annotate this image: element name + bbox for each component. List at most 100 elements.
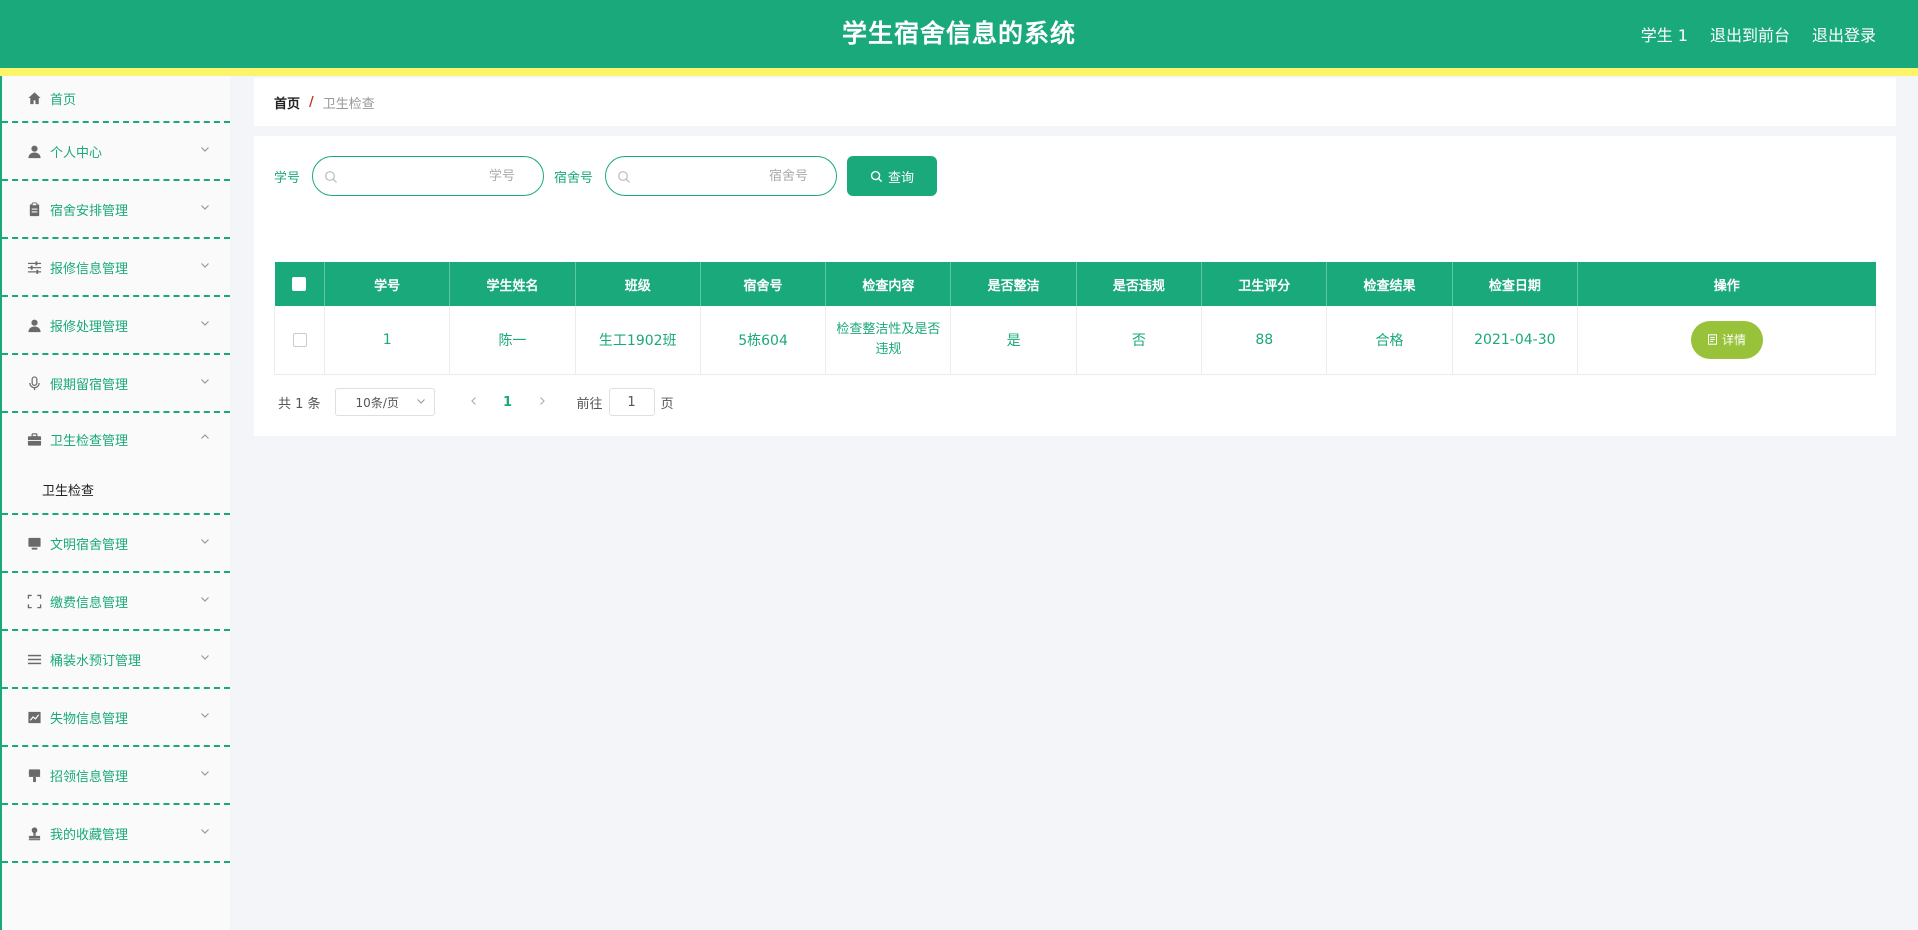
chevron-down-icon (200, 376, 210, 386)
column-header: 检查内容 (825, 262, 952, 306)
sidebar-item-water-order[interactable]: 桶装水预订管理 (2, 631, 230, 689)
sidebar-item-hygiene-management[interactable]: 卫生检查管理 (2, 413, 230, 465)
sidebar-item-found-items[interactable]: 招领信息管理 (2, 747, 230, 805)
sidebar-item-favorites[interactable]: 我的收藏管理 (2, 805, 230, 863)
sidebar-item-personal-center[interactable]: 个人中心 (2, 123, 230, 181)
fullscreen-icon (26, 593, 42, 609)
prev-page-button[interactable] (459, 395, 489, 410)
sidebar-item-label: 报修处理管理 (50, 319, 129, 335)
column-header: 卫生评分 (1201, 262, 1328, 306)
page-number[interactable]: 1 (489, 395, 527, 410)
breadcrumb-separator: / (309, 94, 314, 110)
document-icon (1707, 334, 1717, 345)
chevron-down-icon (200, 826, 210, 836)
cell-clean: 是 (950, 306, 1077, 375)
monitor-icon (26, 535, 42, 551)
dorm-number-input[interactable] (636, 158, 827, 194)
column-header: 是否整洁 (950, 262, 1077, 306)
search-icon (324, 169, 338, 183)
cell-dorm-number: 5栋604 (700, 306, 827, 375)
chevron-down-icon (416, 396, 426, 409)
breadcrumb-home[interactable]: 首页 (274, 93, 300, 112)
sidebar-item-holiday-stay[interactable]: 假期留宿管理 (2, 355, 230, 413)
table-header-row: 学号 学生姓名 班级 宿舍号 检查内容 是否整洁 是否违规 卫生评分 检查结果 … (274, 262, 1876, 306)
chevron-down-icon (200, 536, 210, 546)
search-icon (870, 170, 883, 182)
brush-icon (26, 767, 42, 783)
column-header: 检查结果 (1326, 262, 1453, 306)
sidebar-item-payment-info[interactable]: 缴费信息管理 (2, 573, 230, 631)
sidebar-item-dorm-arrangement[interactable]: 宿舍安排管理 (2, 181, 230, 239)
sidebar-item-label: 文明宿舍管理 (50, 537, 129, 553)
chevron-down-icon (200, 144, 210, 154)
clipboard-icon (26, 201, 42, 217)
dorm-number-label: 宿舍号 (554, 170, 594, 186)
accent-bar (0, 68, 1918, 76)
student-id-field (312, 156, 545, 196)
table-row: 1 陈一 生工1902班 5栋604 检查整洁性及是否违规 是 否 88 合格 … (274, 306, 1876, 375)
logout-link[interactable]: 退出登录 (1812, 22, 1876, 46)
column-header: 检查日期 (1452, 262, 1579, 306)
row-select-cell (274, 306, 325, 375)
cell-score: 88 (1201, 306, 1328, 375)
next-page-button[interactable] (527, 395, 557, 410)
sidebar-item-label: 宿舍安排管理 (50, 203, 129, 219)
column-header: 宿舍号 (700, 262, 827, 306)
page-size-select[interactable]: 10条/页 (334, 388, 435, 416)
sidebar-item-label: 假期留宿管理 (50, 377, 129, 393)
list-icon (26, 651, 42, 667)
sidebar-subitem-hygiene-check[interactable]: 卫生检查 (2, 465, 230, 515)
student-id-label: 学号 (274, 170, 301, 186)
content-panel: 学号 宿舍号 查询 学号 学生姓名 班级 宿舍号 检查内容 是否 (254, 136, 1896, 436)
sliders-icon (26, 259, 42, 275)
dorm-number-field (605, 156, 838, 196)
search-icon (617, 169, 631, 183)
chevron-down-icon (200, 652, 210, 662)
user-icon (26, 143, 42, 159)
goto-page-input[interactable] (608, 388, 655, 416)
column-header: 操作 (1577, 262, 1876, 306)
column-header: 学号 (324, 262, 451, 306)
chevron-right-icon (539, 396, 545, 405)
page-size-value: 10条/页 (355, 395, 399, 410)
cell-action: 详情 (1577, 306, 1876, 375)
sidebar-item-repair-info[interactable]: 报修信息管理 (2, 239, 230, 297)
sidebar-subitem-label: 卫生检查 (42, 483, 95, 499)
select-all-cell (274, 262, 325, 306)
detail-button-label: 详情 (1721, 333, 1746, 348)
microphone-icon (26, 375, 42, 391)
sidebar-item-label: 我的收藏管理 (50, 827, 129, 843)
cell-class: 生工1902班 (575, 306, 701, 375)
back-to-frontend-link[interactable]: 退出到前台 (1710, 22, 1790, 46)
home-icon (26, 91, 42, 107)
stamp-icon (26, 825, 42, 841)
pagination-total: 共 1 条 (278, 396, 321, 412)
sidebar-item-label: 报修信息管理 (50, 261, 129, 277)
cell-result: 合格 (1326, 306, 1453, 375)
cell-date: 2021-04-30 (1452, 306, 1579, 375)
chevron-down-icon (200, 318, 210, 328)
sidebar-item-label: 个人中心 (50, 145, 103, 161)
column-header: 是否违规 (1076, 262, 1203, 306)
sidebar-item-home[interactable]: 首页 (2, 76, 230, 123)
app-title: 学生宿舍信息的系统 (841, 19, 1076, 48)
select-all-checkbox[interactable] (292, 277, 307, 291)
sidebar-item-civilized-dorm[interactable]: 文明宿舍管理 (2, 515, 230, 573)
sidebar: 首页 个人中心 宿舍安排管理 报修信息管理 报修处理管理 假期留宿管理 卫生检查… (0, 76, 230, 930)
sidebar-item-lost-items[interactable]: 失物信息管理 (2, 689, 230, 747)
search-bar: 学号 宿舍号 查询 (274, 156, 938, 196)
current-user-link[interactable]: 学生 1 (1641, 22, 1688, 46)
column-header: 学生姓名 (449, 262, 576, 306)
student-id-input[interactable] (343, 158, 534, 194)
sidebar-item-label: 失物信息管理 (50, 711, 129, 727)
sidebar-item-repair-handling[interactable]: 报修处理管理 (2, 297, 230, 355)
detail-button[interactable]: 详情 (1690, 320, 1763, 359)
sidebar-item-label: 招领信息管理 (50, 769, 129, 785)
user-icon (26, 317, 42, 333)
row-checkbox[interactable] (292, 332, 307, 347)
sidebar-item-label: 首页 (50, 93, 77, 108)
query-button[interactable]: 查询 (847, 156, 938, 196)
chart-icon (26, 709, 42, 725)
chevron-down-icon (200, 768, 210, 778)
top-header: 学生宿舍信息的系统 学生 1 退出到前台 退出登录 (0, 0, 1918, 68)
